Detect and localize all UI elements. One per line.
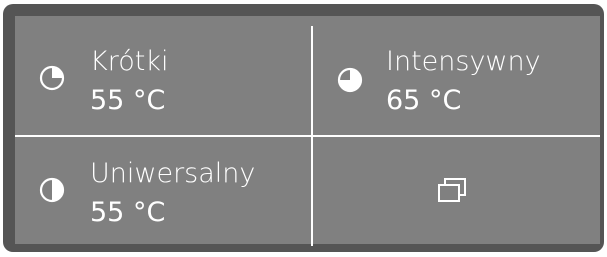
more-programs-button[interactable] xyxy=(313,137,600,244)
program-name: Krótki xyxy=(90,46,169,77)
program-temperature: 55 °C xyxy=(90,85,166,116)
overlapping-windows-icon xyxy=(436,177,468,205)
program-temperature: 65 °C xyxy=(386,85,462,116)
pie-quarter-icon xyxy=(39,65,65,91)
pie-half-icon xyxy=(39,177,65,203)
program-selection-frame: Krótki 55 °C Intensywny 65 °C Uniwersaln… xyxy=(3,4,604,252)
program-name: Intensywny xyxy=(386,46,541,77)
program-temperature: 55 °C xyxy=(90,197,166,228)
program-tile-krotki[interactable]: Krótki 55 °C xyxy=(17,18,309,133)
program-tile-uniwersalny[interactable]: Uniwersalny 55 °C xyxy=(17,137,309,244)
pie-three-quarter-icon xyxy=(337,67,363,93)
program-tile-intensywny[interactable]: Intensywny 65 °C xyxy=(313,18,600,133)
program-name: Uniwersalny xyxy=(90,158,256,189)
